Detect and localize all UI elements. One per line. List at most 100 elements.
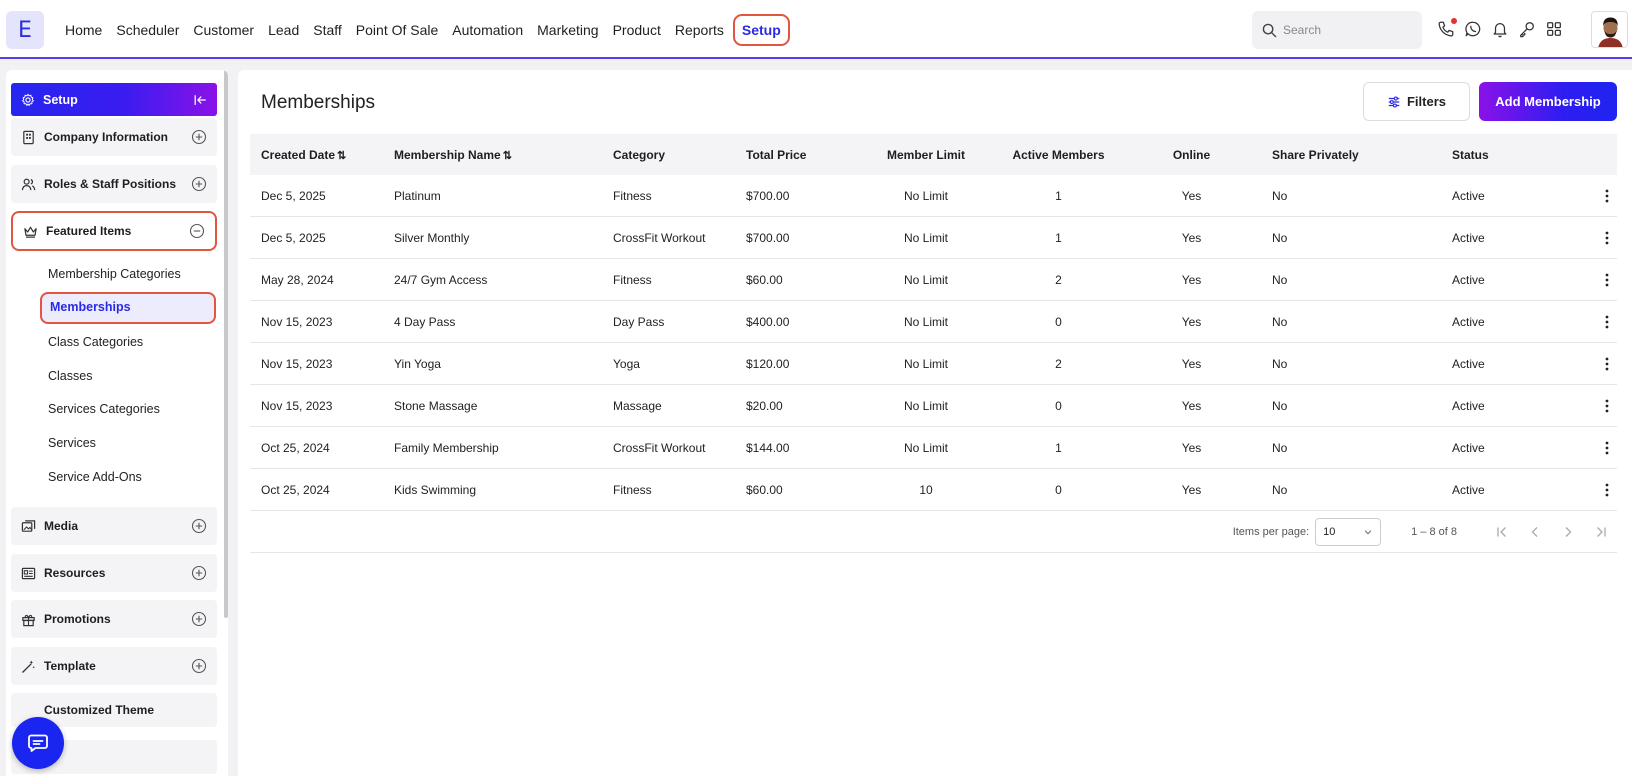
section-template[interactable]: Template: [11, 647, 217, 685]
apps-grid-icon[interactable]: [1545, 18, 1563, 40]
search-input[interactable]: [1283, 23, 1413, 37]
sidebar-item-memberships[interactable]: Memberships: [40, 292, 216, 324]
table-row[interactable]: Nov 15, 2023 Stone Massage Massage $20.00 No…: [250, 385, 1617, 427]
col-label: Created Date: [261, 147, 336, 162]
table-row[interactable]: Dec 5, 2025 Silver Monthly CrossFit Workou…: [250, 217, 1617, 259]
nav-staff[interactable]: Staff: [306, 22, 349, 38]
table-row[interactable]: Nov 15, 2023 4 Day Pass Day Pass $400.00 No …: [250, 301, 1617, 343]
sidebar-title: Setup: [43, 92, 78, 107]
nav-marketing[interactable]: Marketing: [530, 22, 605, 38]
table-row[interactable]: Oct 25, 2024 Kids Swimming Fitness $60.00 10…: [250, 469, 1617, 511]
last-page-button[interactable]: [1584, 525, 1617, 539]
chat-support-button[interactable]: [12, 717, 64, 769]
row-actions: [1552, 356, 1617, 372]
more-vertical-icon[interactable]: [1599, 440, 1615, 456]
sidebar-item-services-categories[interactable]: Services Categories: [48, 402, 160, 416]
last-page-icon: [1596, 526, 1606, 537]
expand-plus-icon[interactable]: [191, 518, 207, 534]
nav-lead[interactable]: Lead: [261, 22, 306, 38]
chevron-left-icon: [1531, 526, 1537, 537]
chevron-down-icon: [1364, 529, 1372, 534]
bell-icon[interactable]: [1491, 18, 1509, 40]
page-range: 1 – 8 of 8: [1411, 525, 1457, 538]
expand-plus-icon[interactable]: [191, 565, 207, 581]
cell-created-date: Dec 5, 2025: [261, 230, 326, 245]
section-label: Customized Theme: [44, 703, 155, 717]
items-per-page-select[interactable]: 10: [1315, 517, 1382, 546]
col-membership-name[interactable]: Membership Name ⇅: [384, 148, 603, 162]
cell-status: Active: [1452, 398, 1485, 413]
expand-plus-icon[interactable]: [191, 658, 207, 674]
table-row[interactable]: Nov 15, 2023 Yin Yoga Yoga $120.00 No Limit 2…: [250, 343, 1617, 385]
sidebar-item-classes[interactable]: Classes: [48, 369, 92, 383]
section-promotions[interactable]: Promotions: [11, 600, 217, 638]
sidebar-item-class-categories[interactable]: Class Categories: [48, 335, 143, 349]
cell-active-members: 1: [1055, 188, 1062, 203]
cell-online: Yes: [1181, 356, 1202, 371]
next-page-button[interactable]: [1551, 525, 1584, 539]
sidebar-item-membership-categories[interactable]: Membership Categories: [48, 267, 181, 281]
pagination: Items per page: 10 1 – 8 of 8: [250, 511, 1617, 553]
add-membership-button[interactable]: Add Membership: [1479, 82, 1617, 121]
cell-created-date: May 28, 2024: [261, 272, 334, 287]
whatsapp-icon[interactable]: [1464, 18, 1482, 40]
top-navbar: E Home Scheduler Customer Lead Staff Poi…: [0, 0, 1632, 59]
section-company-information[interactable]: Company Information: [11, 118, 217, 156]
section-roles-staff-positions[interactable]: Roles & Staff Positions: [11, 165, 217, 203]
user-avatar[interactable]: [1591, 11, 1628, 48]
nav-automation[interactable]: Automation: [445, 22, 530, 38]
col-created-date[interactable]: Created Date ⇅: [250, 148, 384, 162]
filters-button[interactable]: Filters: [1363, 82, 1470, 121]
cell-online: Yes: [1181, 230, 1202, 245]
section-label: Resources: [44, 566, 106, 580]
section-resources[interactable]: Resources: [11, 554, 217, 592]
table-row[interactable]: May 28, 2024 24/7 Gym Access Fitness $60.00…: [250, 259, 1617, 301]
more-vertical-icon[interactable]: [1599, 230, 1615, 246]
more-vertical-icon[interactable]: [1599, 314, 1615, 330]
cell-share-privately: No: [1272, 440, 1288, 455]
nav-customer[interactable]: Customer: [186, 22, 261, 38]
cell-total-price: $60.00: [746, 482, 783, 497]
section-media[interactable]: Media: [11, 507, 217, 545]
collapse-sidebar-icon[interactable]: [193, 93, 207, 107]
sidebar-item-services[interactable]: Services: [48, 436, 96, 450]
sidebar-scrollbar[interactable]: [224, 70, 228, 618]
nav-setup[interactable]: Setup: [732, 13, 790, 46]
key-icon[interactable]: [1518, 18, 1536, 40]
cell-total-price: $700.00: [746, 188, 790, 203]
nav-point-of-sale[interactable]: Point Of Sale: [349, 22, 446, 38]
collapse-minus-icon[interactable]: [189, 223, 205, 239]
building-icon: [23, 130, 34, 144]
sidebar-item-service-add-ons[interactable]: Service Add-Ons: [48, 470, 142, 484]
more-vertical-icon[interactable]: [1599, 398, 1615, 414]
phone-icon[interactable]: [1437, 18, 1457, 40]
nav-home[interactable]: Home: [58, 22, 109, 38]
more-vertical-icon[interactable]: [1599, 188, 1615, 204]
expand-plus-icon[interactable]: [191, 129, 207, 145]
cell-created-date: Nov 15, 2023: [261, 398, 333, 413]
nav-product[interactable]: Product: [606, 22, 668, 38]
more-vertical-icon[interactable]: [1599, 356, 1615, 372]
section-label: Company Information: [44, 130, 169, 144]
cell-online: Yes: [1181, 272, 1202, 287]
cell-status: Active: [1452, 272, 1485, 287]
first-page-button[interactable]: [1485, 525, 1518, 539]
section-label: Featured Items: [46, 224, 132, 238]
cell-membership-name: Stone Massage: [394, 398, 478, 413]
cell-active-members: 2: [1055, 356, 1062, 371]
search-box[interactable]: [1252, 11, 1422, 49]
expand-plus-icon[interactable]: [191, 611, 207, 627]
table-row[interactable]: Dec 5, 2025 Platinum Fitness $700.00 No Limi…: [250, 175, 1617, 217]
expand-plus-icon[interactable]: [191, 176, 207, 192]
nav-reports[interactable]: Reports: [668, 22, 731, 38]
col-online: Online: [1172, 147, 1211, 162]
prev-page-button[interactable]: [1518, 525, 1551, 539]
app-logo[interactable]: E: [6, 11, 44, 49]
cell-category: Fitness: [613, 482, 652, 497]
more-vertical-icon[interactable]: [1599, 272, 1615, 288]
more-vertical-icon[interactable]: [1599, 482, 1615, 498]
table-row[interactable]: Oct 25, 2024 Family Membership CrossFit Wo…: [250, 427, 1617, 469]
cell-member-limit: 10: [919, 482, 933, 497]
section-featured-items[interactable]: Featured Items: [11, 211, 217, 251]
nav-scheduler[interactable]: Scheduler: [109, 22, 186, 38]
